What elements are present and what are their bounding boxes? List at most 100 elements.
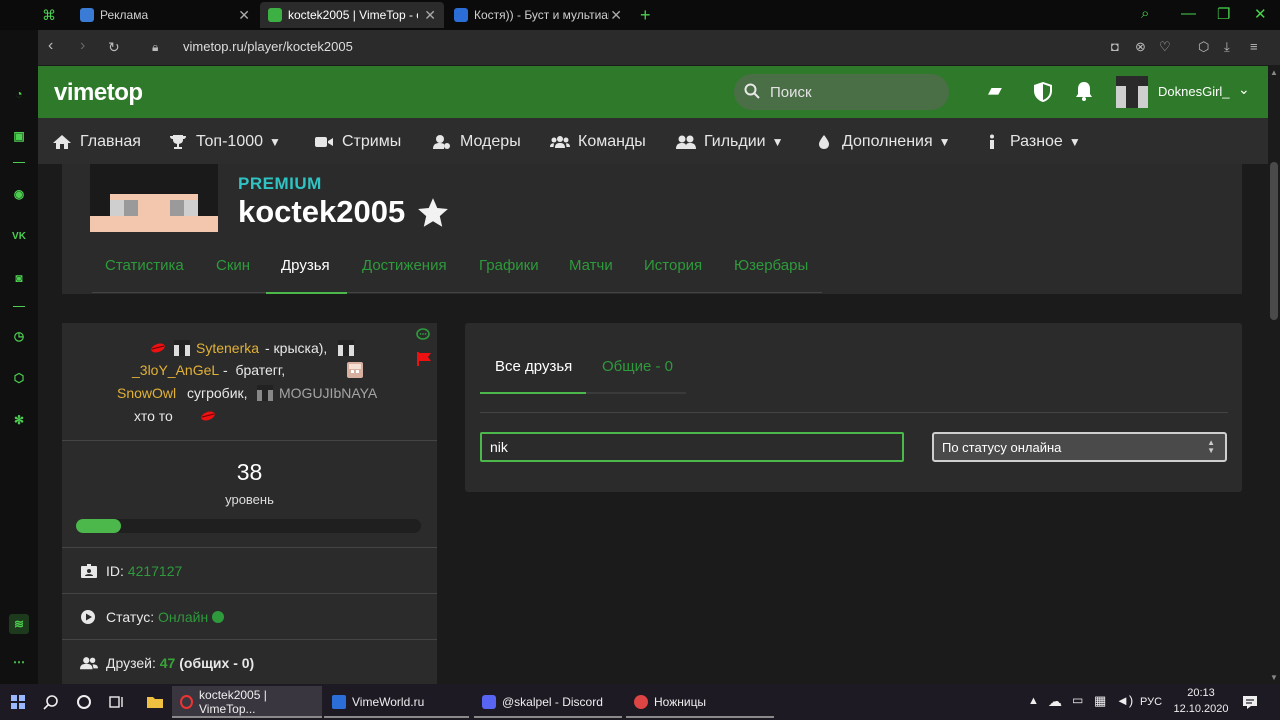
close-window-icon[interactable]: ✕ xyxy=(1254,5,1267,23)
star-icon[interactable] xyxy=(416,196,450,230)
tray-expand-icon[interactable]: ▲ xyxy=(1028,695,1039,707)
cortana-icon[interactable] xyxy=(76,694,92,710)
download-icon[interactable]: ⤓ xyxy=(1224,39,1230,55)
nav-home[interactable]: Главная xyxy=(52,133,141,151)
flag-icon[interactable] xyxy=(416,351,432,367)
nav-addons[interactable]: Дополнения ▼ xyxy=(814,133,951,151)
gamepad-icon[interactable]: ⌘ xyxy=(42,2,56,28)
speed-dial-icon[interactable]: ◔ xyxy=(9,84,29,104)
bell-icon[interactable] xyxy=(1075,81,1093,101)
onedrive-icon[interactable]: ☁ xyxy=(1048,693,1062,710)
tab-matches[interactable]: Матчи xyxy=(569,257,613,274)
tab-common-friends[interactable]: Общие - 0 xyxy=(602,358,673,375)
tab-friends[interactable]: Друзья xyxy=(281,257,330,274)
menu-icon[interactable]: ≡ xyxy=(1250,39,1258,54)
tab-close-icon[interactable]: ✕ xyxy=(238,7,250,24)
video-icon xyxy=(315,137,333,147)
volume-icon[interactable]: ◄) xyxy=(1116,693,1133,708)
id-label: ID: xyxy=(106,563,124,579)
search-box[interactable] xyxy=(734,74,949,110)
heart-icon[interactable]: ♡ xyxy=(1159,39,1171,55)
network-icon[interactable]: ▦ xyxy=(1094,693,1106,709)
tab-reklama[interactable]: Реклама ✕ xyxy=(72,2,258,28)
language-indicator[interactable]: РУС xyxy=(1140,696,1162,708)
comment-icon[interactable] xyxy=(416,328,430,342)
discord-icon[interactable]: ◙ xyxy=(9,268,29,288)
task-view-icon[interactable] xyxy=(109,694,125,710)
friend-link[interactable]: _3loY_AnGeL xyxy=(132,362,219,378)
tab-graphs[interactable]: Графики xyxy=(479,257,539,274)
tab-userbars[interactable]: Юзербары xyxy=(734,257,808,274)
history-icon[interactable]: ◷ xyxy=(9,326,29,346)
scroll-thumb[interactable] xyxy=(1270,162,1278,320)
scroll-up-icon[interactable]: ▲ xyxy=(1270,68,1278,77)
browser-tabbar: ⌘ Реклама ✕ koctek2005 | VimeTop - ст ✕ … xyxy=(0,0,1280,30)
tab-statistics[interactable]: Статистика xyxy=(105,257,184,274)
whatsapp-icon[interactable]: ◉ xyxy=(9,184,29,204)
keyboard-icon[interactable]: ▭ xyxy=(1072,693,1083,707)
tracker-block-icon[interactable]: ⊗ xyxy=(1135,39,1146,55)
tab-kostya[interactable]: Костя)) - Буст и мультиак ✕ xyxy=(446,2,630,28)
taskbar-app-snipping[interactable]: Ножницы xyxy=(626,686,774,718)
search-tabs-icon[interactable]: ⌕ xyxy=(1141,5,1149,22)
taskbar-app-vimeworld[interactable]: VimeWorld.ru xyxy=(324,686,469,718)
tab-close-icon[interactable]: ✕ xyxy=(610,7,622,24)
friend-link[interactable]: SnowOwl xyxy=(117,385,176,401)
search-icon[interactable] xyxy=(43,694,59,710)
notifications-icon[interactable] xyxy=(1242,694,1258,710)
back-icon[interactable]: ‹ xyxy=(48,37,53,55)
taskbar-app-opera[interactable]: koctek2005 | VimeTop... xyxy=(172,686,322,718)
user-avatar[interactable] xyxy=(1116,76,1148,108)
active-tab-indicator xyxy=(266,292,347,294)
taskbar-app-discord[interactable]: @skalpel - Discord xyxy=(474,686,622,718)
maximize-icon[interactable]: ❐ xyxy=(1217,5,1230,23)
tab-skin[interactable]: Скин xyxy=(216,257,250,274)
tab-achievements[interactable]: Достижения xyxy=(362,257,447,274)
site-logo[interactable]: vimetop xyxy=(54,79,143,107)
tab-close-icon[interactable]: ✕ xyxy=(424,7,436,24)
chevron-down-icon[interactable]: ⌄ xyxy=(1238,81,1250,98)
file-explorer-icon[interactable] xyxy=(146,694,164,710)
settings-icon[interactable]: ✻ xyxy=(9,410,29,430)
friend-link[interactable]: Sytenerka xyxy=(196,340,259,356)
tab-vimetop[interactable]: koctek2005 | VimeTop - ст ✕ xyxy=(260,2,444,28)
windows-start-icon[interactable] xyxy=(11,695,25,709)
sort-select-value: По статусу онлайна xyxy=(942,440,1062,455)
wifi-icon[interactable]: ≋ xyxy=(9,614,29,634)
friend-search-input[interactable] xyxy=(480,432,904,462)
tab-history[interactable]: История xyxy=(644,257,702,274)
nav-misc[interactable]: Разное ▼ xyxy=(982,133,1081,151)
tab-all-friends[interactable]: Все друзья xyxy=(495,358,572,375)
nav-teams[interactable]: Команды xyxy=(550,133,646,151)
box-icon[interactable]: ⬡ xyxy=(1198,39,1209,55)
shield-icon[interactable] xyxy=(1033,81,1053,103)
friend-link[interactable]: MOGUJIbNAYA xyxy=(279,385,377,401)
tabs-divider xyxy=(92,292,822,293)
nav-top1000[interactable]: Топ-1000 ▼ xyxy=(168,133,281,151)
scissors-icon xyxy=(634,695,648,709)
more-icon[interactable]: ⋯ xyxy=(9,652,29,672)
minimize-icon[interactable]: — xyxy=(1181,5,1196,22)
tab-underline xyxy=(586,392,686,394)
username[interactable]: DoknesGirl_ xyxy=(1158,84,1230,99)
nav-guilds[interactable]: Гильдии ▼ xyxy=(676,133,783,151)
sort-select[interactable]: По статусу онлайна ▲ ▼ xyxy=(932,432,1227,462)
reload-icon[interactable]: ↻ xyxy=(108,39,120,56)
search-input[interactable] xyxy=(770,82,940,102)
url-field[interactable]: vimetop.ru/player/koctek2005 xyxy=(183,39,353,54)
page-scrollbar[interactable]: ▲ ▼ xyxy=(1268,66,1280,684)
nav-moderators[interactable]: Модеры xyxy=(432,133,521,151)
chat-icon[interactable]: ▰ xyxy=(988,80,1002,101)
scroll-down-icon[interactable]: ▼ xyxy=(1270,673,1278,682)
friends-common: (общих - 0) xyxy=(179,655,255,671)
forward-icon[interactable]: › xyxy=(80,37,85,55)
taskbar-clock[interactable]: 20:13 12.10.2020 xyxy=(1170,685,1232,717)
twitch-icon[interactable]: ▣ xyxy=(9,126,29,146)
nav-streams[interactable]: Стримы xyxy=(314,133,401,151)
camera-icon[interactable]: ◘ xyxy=(1111,39,1119,54)
lips-icon xyxy=(151,343,165,353)
cube-icon[interactable]: ⬡ xyxy=(9,368,29,388)
new-tab-button[interactable]: + xyxy=(632,2,659,28)
active-tab-indicator xyxy=(480,392,586,394)
vk-icon[interactable]: VK xyxy=(9,226,29,246)
